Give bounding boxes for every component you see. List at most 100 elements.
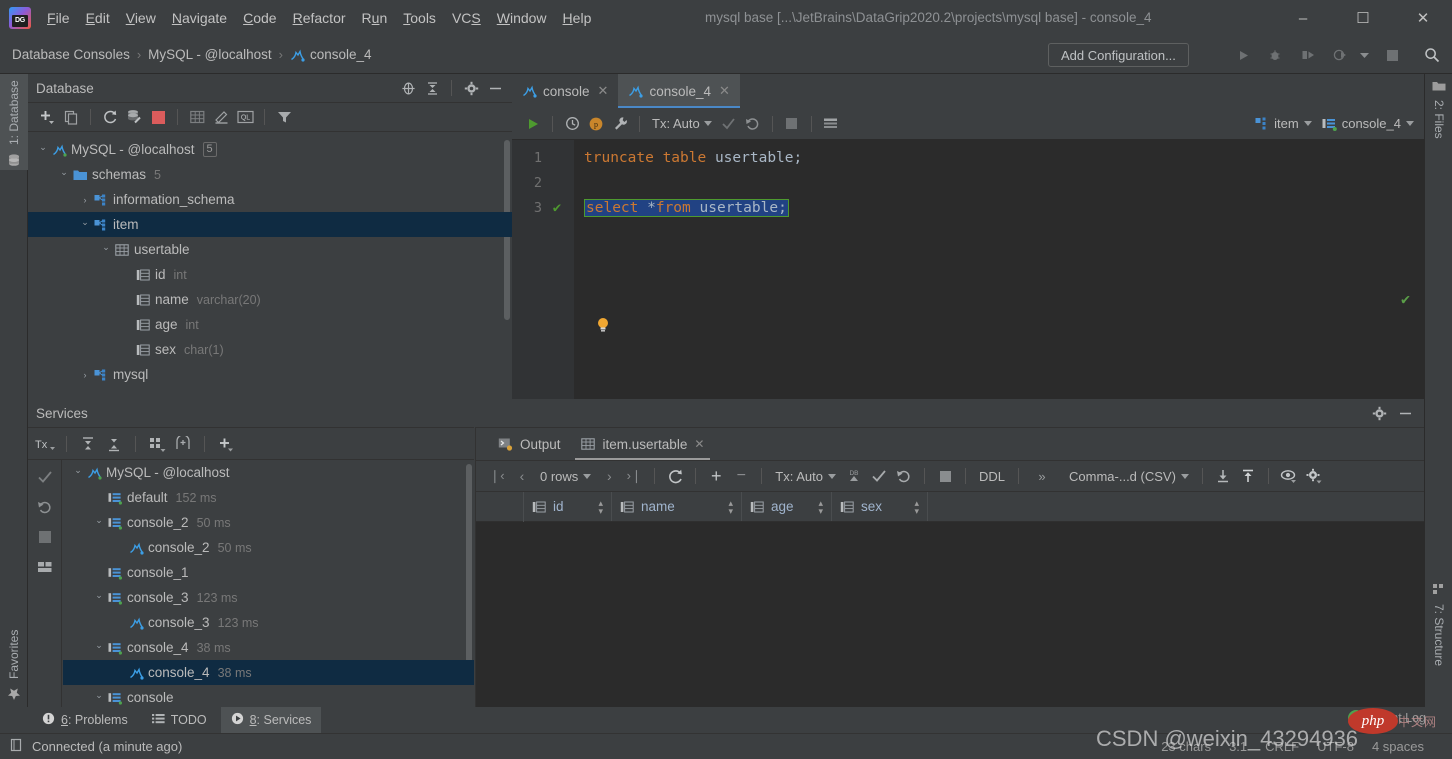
parameters-icon[interactable]: p — [585, 113, 607, 135]
tree-node-default[interactable]: default 152 ms — [63, 485, 474, 510]
tree-node-name[interactable]: name varchar(20) — [28, 287, 512, 312]
menu-item-window[interactable]: Window — [489, 7, 555, 29]
chevron-down-icon[interactable] — [1352, 43, 1376, 67]
tree-node-console[interactable]: ⌄ console — [63, 685, 474, 708]
breadcrumb-item-console-4[interactable]: console_4 — [290, 47, 372, 62]
tree-node-console_3[interactable]: ⌄ console_3 123 ms — [63, 585, 474, 610]
sort-arrows-icon[interactable]: ▴ ▾ — [914, 498, 919, 515]
refresh-icon[interactable] — [664, 465, 686, 487]
services-tree[interactable]: ⌄ MySQL - @localhost default 152 ms ⌄ console… — [63, 460, 474, 708]
tool-window-button-database[interactable]: 1: Database — [0, 74, 28, 170]
settings-wrench-icon[interactable] — [609, 113, 631, 135]
results-tab-output[interactable]: Output — [488, 428, 571, 460]
remove-row-button[interactable]: − — [730, 465, 752, 487]
collapse-all-icon[interactable] — [421, 77, 443, 99]
column-header-id[interactable]: id ▴ ▾ — [524, 492, 612, 521]
last-page-button[interactable]: ›❘ — [623, 465, 645, 487]
grid-icon[interactable] — [820, 113, 842, 135]
statement-execute-marker[interactable]: ✔ — [548, 200, 566, 216]
commit-icon[interactable] — [868, 465, 890, 487]
stop-icon[interactable] — [934, 465, 956, 487]
tree-node-sex[interactable]: sex char(1) — [28, 337, 512, 362]
tool-window-tab-todo[interactable]: TODO — [142, 707, 217, 733]
add-row-button[interactable]: + — [705, 465, 727, 487]
breadcrumb-item-database-consoles[interactable]: Database Consoles — [12, 47, 130, 62]
tree-node-mysql-localhost[interactable]: ⌄ MySQL - @localhost — [63, 460, 474, 485]
history-icon[interactable] — [561, 113, 583, 135]
stop-icon[interactable] — [781, 113, 803, 135]
gear-icon[interactable] — [460, 77, 482, 99]
commit-icon[interactable] — [34, 466, 56, 488]
run-with-profiler-icon[interactable] — [1296, 43, 1320, 67]
column-header-name[interactable]: name ▴ ▾ — [612, 492, 742, 521]
tool-window-button-favorites[interactable]: Favorites — [0, 619, 28, 707]
file-encoding[interactable]: UTF-8 — [1317, 739, 1354, 754]
sort-arrows-icon[interactable]: ▴ ▾ — [818, 498, 823, 515]
menu-item-vcs[interactable]: VCS — [444, 7, 489, 29]
editor-tab-console[interactable]: console ✕ — [512, 74, 618, 108]
tree-node-console_2[interactable]: ⌄ console_2 50 ms — [63, 510, 474, 535]
tree-node-console_3[interactable]: console_3 123 ms — [63, 610, 474, 635]
eye-icon[interactable] — [1278, 465, 1300, 487]
tree-node-age[interactable]: age int — [28, 312, 512, 337]
add-icon[interactable] — [215, 433, 237, 455]
selected-statement[interactable]: select *from usertable; — [584, 199, 789, 217]
close-icon[interactable]: ✕ — [719, 83, 730, 99]
caret-position[interactable]: 3:1 — [1229, 739, 1247, 754]
chevron-down-icon[interactable]: ⌄ — [92, 590, 106, 601]
maximize-button[interactable]: ☐ — [1340, 0, 1386, 36]
code-line-3[interactable]: select *from usertable; — [584, 199, 789, 217]
minimize-button[interactable]: – — [1280, 0, 1326, 36]
tool-window-tab-problems[interactable]: 6: Problems — [32, 707, 138, 733]
chevron-down-icon[interactable]: ⌄ — [92, 640, 106, 651]
more-actions-button[interactable]: » — [1028, 465, 1056, 487]
results-transaction-dropdown[interactable]: Tx: Auto — [771, 469, 840, 484]
search-everywhere-icon[interactable] — [1420, 43, 1444, 67]
menu-item-run[interactable]: Run — [354, 7, 396, 29]
database-tree[interactable]: ⌄ MySQL - @localhost 5 ⌄ schemas 5 › informatio… — [28, 132, 512, 397]
close-icon[interactable]: ✕ — [694, 437, 704, 451]
db-submit-icon[interactable]: DB — [843, 465, 865, 487]
chevron-down-icon[interactable]: ⌄ — [78, 217, 92, 228]
stop-icon[interactable] — [147, 106, 169, 128]
tree-node-information_schema[interactable]: › information_schema — [28, 187, 512, 212]
tool-window-button-structure[interactable]: 7: Structure — [1425, 582, 1452, 707]
menu-item-file[interactable]: File — [39, 7, 78, 29]
table-icon[interactable] — [186, 106, 208, 128]
tree-node-console_2[interactable]: console_2 50 ms — [63, 535, 474, 560]
copy-icon[interactable] — [60, 106, 82, 128]
gear-icon[interactable] — [1368, 402, 1390, 424]
run-icon[interactable] — [1231, 43, 1255, 67]
results-grid-body[interactable] — [476, 522, 1424, 707]
execute-icon[interactable] — [522, 113, 544, 135]
add-configuration-button[interactable]: Add Configuration... — [1048, 43, 1189, 67]
stop-icon[interactable] — [1380, 43, 1404, 67]
ddl-button[interactable]: DDL — [975, 469, 1009, 484]
sort-arrows-icon[interactable]: ▴ ▾ — [598, 498, 603, 515]
event-log-button[interactable]: 1 Event Log — [1347, 710, 1426, 726]
tree-node-console_4[interactable]: ⌄ console_4 38 ms — [63, 635, 474, 660]
menu-item-refactor[interactable]: Refactor — [285, 7, 354, 29]
row-count-dropdown[interactable]: 0 rows — [536, 469, 595, 484]
tree-node-console_4[interactable]: console_4 38 ms — [63, 660, 474, 685]
new-tab-icon[interactable] — [172, 433, 194, 455]
code-line-1[interactable]: truncate table usertable; — [584, 150, 802, 166]
chevron-right-icon[interactable]: › — [78, 370, 92, 380]
menu-item-code[interactable]: Code — [235, 7, 284, 29]
debug-icon[interactable] — [1263, 43, 1287, 67]
chevron-down-icon[interactable]: ⌄ — [71, 465, 85, 476]
tree-node-console_1[interactable]: console_1 — [63, 560, 474, 585]
export-format-dropdown[interactable]: Comma-...d (CSV) — [1065, 469, 1193, 484]
column-header-age[interactable]: age ▴ ▾ — [742, 492, 832, 521]
chevron-down-icon[interactable]: ⌄ — [92, 690, 106, 701]
tree-node-schemas[interactable]: ⌄ schemas 5 — [28, 162, 512, 187]
download-icon[interactable] — [1212, 465, 1234, 487]
sort-arrows-icon[interactable]: ▴ ▾ — [728, 498, 733, 515]
chevron-down-icon[interactable]: ⌄ — [99, 242, 113, 253]
chevron-down-icon[interactable]: ⌄ — [57, 167, 71, 178]
rollback-icon[interactable] — [893, 465, 915, 487]
menu-item-edit[interactable]: Edit — [78, 7, 118, 29]
menu-item-view[interactable]: View — [118, 7, 164, 29]
expand-all-icon[interactable] — [77, 433, 99, 455]
commit-icon[interactable] — [718, 113, 740, 135]
